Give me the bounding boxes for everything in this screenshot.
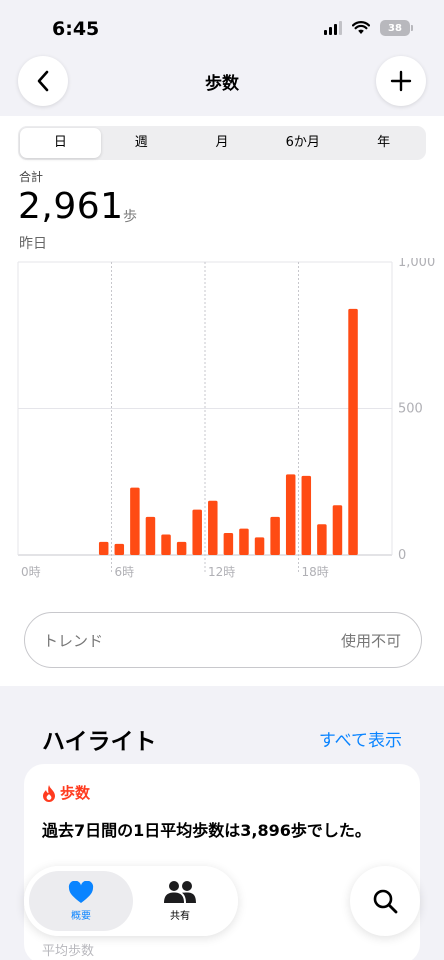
tab-sharing-label: 共有 [170,911,190,922]
plus-icon [390,70,412,92]
total-steps-value: 2,961 [18,186,124,227]
cellular-signal-icon [324,21,342,35]
search-button[interactable] [350,866,420,936]
period-day[interactable]: 日 [20,128,101,158]
bar-16時 [270,516,280,555]
x-tick-label: 12時 [208,565,235,579]
highlight-text: 過去7日間の1日平均歩数は3,896歩でした。 [42,821,371,840]
bar-8時 [145,516,156,555]
tab-sharing[interactable]: 共有 [128,871,232,931]
heart-icon [68,880,94,903]
period-week[interactable]: 週 [101,128,182,158]
total-date: 昨日 [19,236,47,252]
search-icon [373,889,398,914]
bar-20時 [332,505,343,555]
tab-summary[interactable]: 概要 [29,871,133,931]
wifi-icon [352,21,370,34]
tab-bar: 概要 共有 [24,866,238,936]
total-label: 合計 [19,170,44,184]
battery-icon: 38 [380,20,413,36]
status-bar: 6:45 38 [0,0,444,56]
status-time: 6:45 [52,18,100,40]
nav-bar: 歩数 [0,56,444,112]
add-data-button[interactable] [376,56,426,106]
y-tick-label: 1,000 [398,258,435,270]
bar-5時 [98,541,109,555]
highlights-title: ハイライト [42,729,157,755]
people-icon [164,881,196,903]
bar-11時 [192,509,202,555]
y-tick-label: 0 [398,548,406,563]
show-all-link[interactable]: すべて表示 [319,726,402,751]
battery-level: 38 [388,22,402,34]
bar-12時 [208,500,218,555]
x-tick-label: 0時 [21,565,41,579]
trend-label: トレンド [43,632,104,650]
bar-7時 [130,487,140,555]
tab-summary-label: 概要 [71,910,91,922]
bar-19時 [317,524,327,555]
bar-6時 [114,543,125,555]
highlight-tag: 歩数 [42,782,90,803]
bar-14時 [239,528,249,555]
bar-9時 [161,534,171,555]
period-year[interactable]: 年 [343,128,424,158]
trend-row[interactable]: トレンド 使用不可 [24,612,422,668]
status-icons: 38 [324,20,413,36]
period-6-months[interactable]: 6か月 [262,128,343,158]
steps-chart-card: 日 週 月 6か月 年 合計 2,961 歩 昨日 1,000 500 0 0時 6時 1… [0,116,444,686]
steps-bar-chart[interactable]: 1,000 500 0 0時 6時 12時 18時 [0,258,444,582]
y-tick-label: 500 [398,402,423,417]
x-tick-label: 6時 [115,565,135,579]
period-segmented-control: 日 週 月 6か月 年 [18,126,426,160]
bar-15時 [254,537,265,555]
highlight-footer-hint: 平均歩数 [42,944,95,959]
bar-18時 [301,475,312,555]
bar-21時 [348,308,358,555]
highlight-tag-label: 歩数 [60,784,91,802]
x-tick-label: 18時 [302,565,329,579]
period-month[interactable]: 月 [182,128,263,158]
bar-10時 [176,541,187,555]
bar-13時 [223,533,234,555]
bar-17時 [285,474,296,555]
trend-value: 使用不可 [340,632,401,650]
total-steps-unit: 歩 [123,209,137,225]
flame-icon [43,784,55,802]
